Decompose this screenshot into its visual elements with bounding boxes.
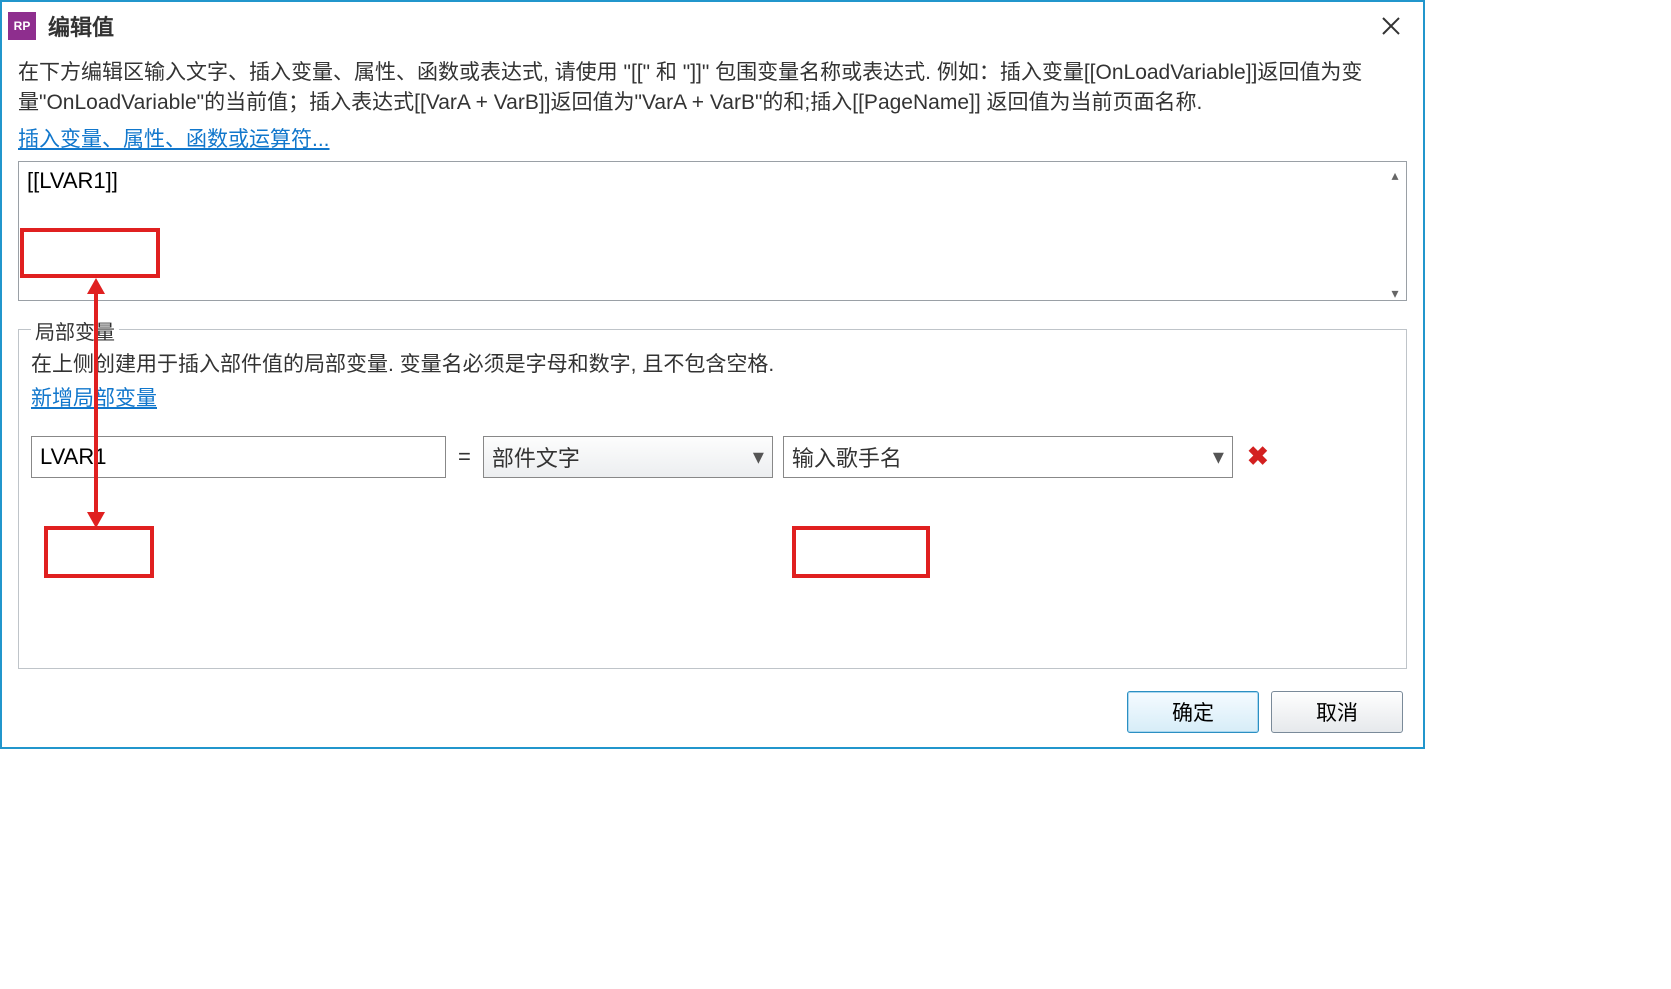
local-variable-row: = 部件文字 ▾ 输入歌手名 ▾ ✖ [31,436,1394,478]
variable-target-dropdown[interactable]: 输入歌手名 ▾ [783,436,1233,478]
expression-wrapper: ▴ ▾ [18,161,1407,307]
close-button[interactable] [1369,8,1413,44]
add-local-variable-link[interactable]: 新增局部变量 [31,382,157,412]
app-icon: RP [8,12,36,40]
dialog-footer: 确定 取消 [18,691,1407,733]
delete-variable-button[interactable]: ✖ [1243,441,1273,472]
close-icon [1380,15,1402,37]
chevron-down-icon: ▾ [1213,444,1224,470]
scroll-down-icon[interactable]: ▾ [1387,285,1403,301]
insert-variable-link[interactable]: 插入变量、属性、函数或运算符... [18,123,330,153]
variable-target-value: 输入歌手名 [792,441,902,473]
variable-name-input[interactable] [31,436,446,478]
scroll-up-icon[interactable]: ▴ [1387,167,1403,183]
variable-type-value: 部件文字 [492,441,580,473]
local-variables-help: 在上侧创建用于插入部件值的局部变量. 变量名必须是字母和数字, 且不包含空格. [31,348,1394,378]
ok-button[interactable]: 确定 [1127,691,1259,733]
titlebar: RP 编辑值 [2,2,1423,50]
dialog-title: 编辑值 [48,10,1369,42]
variable-type-dropdown[interactable]: 部件文字 ▾ [483,436,773,478]
equals-label: = [456,444,473,470]
local-variables-fieldset: 局部变量 在上侧创建用于插入部件值的局部变量. 变量名必须是字母和数字, 且不包… [18,329,1407,669]
help-text: 在下方编辑区输入文字、插入变量、属性、函数或表达式, 请使用 "[[" 和 "]… [18,58,1407,119]
dialog-content: 在下方编辑区输入文字、插入变量、属性、函数或表达式, 请使用 "[[" 和 "]… [2,50,1423,747]
local-variables-legend: 局部变量 [31,316,119,345]
cancel-button[interactable]: 取消 [1271,691,1403,733]
expression-input[interactable] [18,161,1407,301]
chevron-down-icon: ▾ [753,444,764,470]
edit-value-dialog: RP 编辑值 在下方编辑区输入文字、插入变量、属性、函数或表达式, 请使用 "[… [0,0,1425,749]
